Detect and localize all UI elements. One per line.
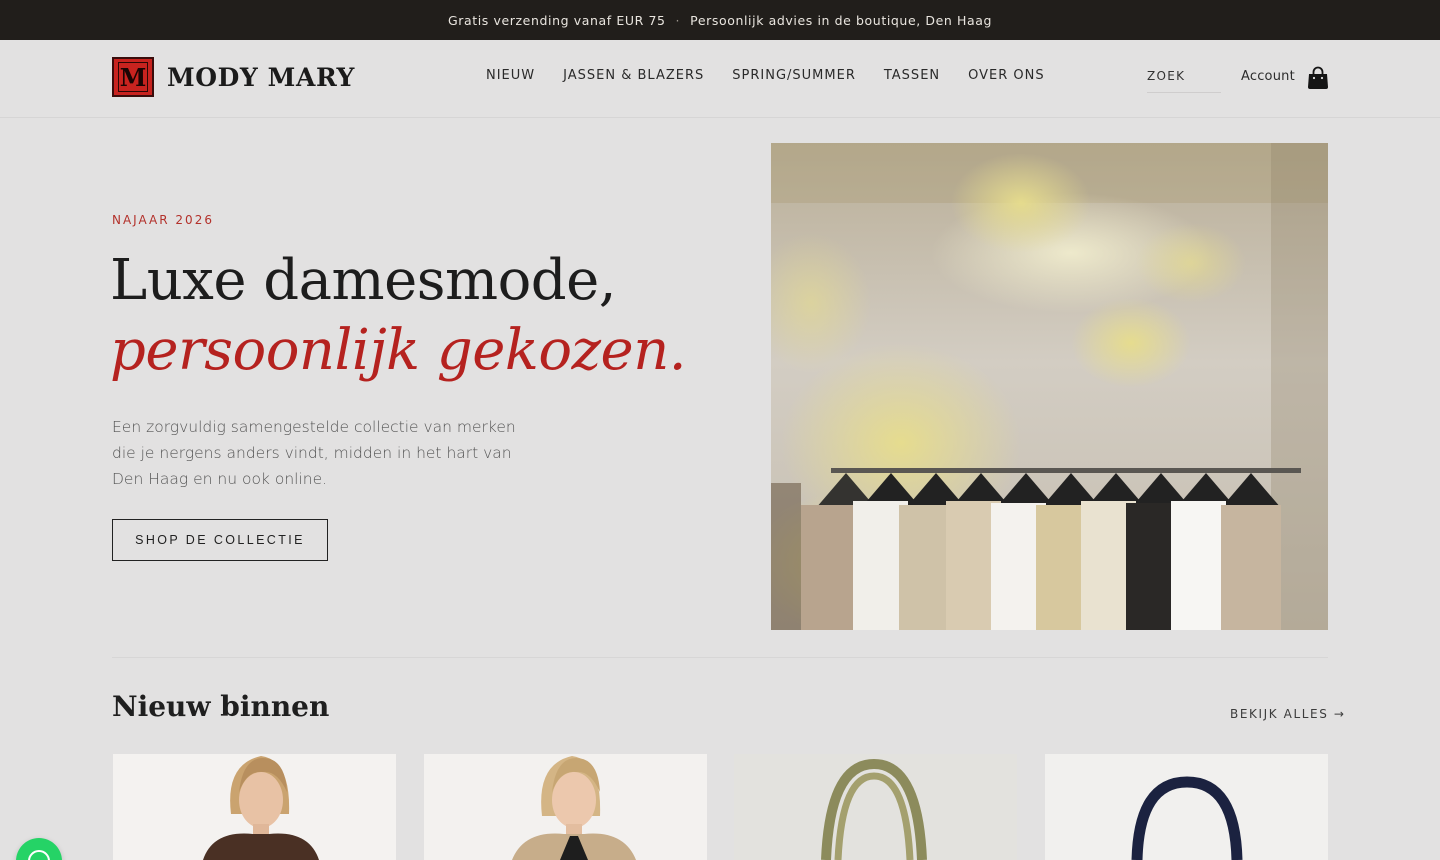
shopping-bag-icon[interactable]	[1307, 66, 1329, 90]
nav-item-tassen[interactable]: TASSEN	[884, 68, 940, 83]
hero-eyebrow: NAJAAR 2026	[112, 213, 214, 227]
see-all-link[interactable]: BEKIJK ALLES →	[1230, 707, 1346, 721]
nav-item-nieuw[interactable]: NIEUW	[486, 68, 535, 83]
site-header: M MODY MARY NIEUW JASSEN & BLAZERS SPRIN…	[0, 40, 1440, 118]
separator: ·	[675, 12, 681, 28]
advice-notice: Persoonlijk advies in de boutique, Den H…	[690, 12, 993, 28]
search-input[interactable]: ZOEK	[1147, 69, 1221, 93]
shipping-notice: Gratis verzending vanaf EUR 75	[447, 12, 666, 28]
logo[interactable]: M MODY MARY	[112, 57, 355, 97]
announcement-bar: Gratis verzending vanaf EUR 75 · Persoon…	[0, 0, 1440, 40]
product-card[interactable]	[734, 754, 1017, 860]
product-image-bag-green	[821, 758, 927, 860]
hero-headline: Luxe damesmode,	[110, 248, 617, 313]
hero-image	[771, 143, 1328, 630]
whatsapp-icon	[28, 850, 50, 860]
shop-collection-button[interactable]: SHOP DE COLLECTIE	[112, 519, 328, 561]
logo-mark-icon: M	[112, 57, 154, 97]
nav-item-spring-summer[interactable]: SPRING/SUMMER	[732, 68, 856, 83]
logo-text: MODY MARY	[167, 62, 356, 92]
main-nav: NIEUW JASSEN & BLAZERS SPRING/SUMMER TAS…	[486, 68, 1045, 83]
new-in-title: Nieuw binnen	[112, 690, 330, 723]
account-link[interactable]: Account	[1241, 69, 1295, 84]
product-image-bag-navy	[1131, 776, 1243, 860]
clothing-rack-illustration	[771, 143, 1328, 630]
nav-item-jassen-blazers[interactable]: JASSEN & BLAZERS	[563, 68, 704, 83]
hero-lead: Een zorgvuldig samengestelde collectie v…	[112, 418, 516, 488]
product-card[interactable]	[113, 754, 396, 860]
section-divider	[112, 657, 1328, 658]
product-card[interactable]	[424, 754, 707, 860]
nav-item-over-ons[interactable]: OVER ONS	[968, 68, 1045, 83]
product-image-model-brown	[203, 756, 319, 860]
product-image-model-beige	[512, 756, 636, 860]
whatsapp-button[interactable]	[16, 838, 62, 860]
logo-mark-letter: M	[118, 62, 148, 92]
hero-headline-accent: persoonlijk gekozen.	[110, 318, 687, 383]
product-card[interactable]	[1045, 754, 1328, 860]
